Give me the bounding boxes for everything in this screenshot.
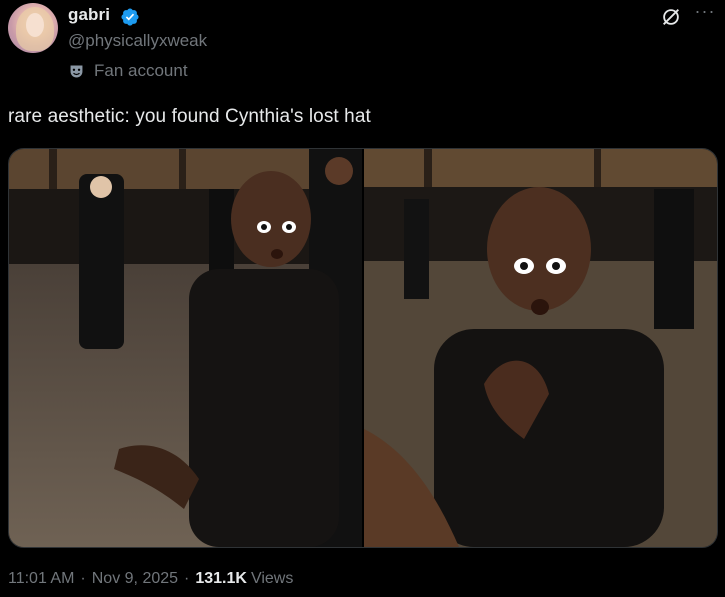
handle[interactable]: @physicallyxweak xyxy=(68,31,207,51)
grok-icon[interactable] xyxy=(660,6,682,28)
theater-mask-icon xyxy=(70,65,83,77)
avatar[interactable] xyxy=(8,3,58,53)
more-icon[interactable]: ··· xyxy=(694,2,716,26)
tweet-time[interactable]: 11:01 AM xyxy=(8,570,74,588)
tweet-date[interactable]: Nov 9, 2025 xyxy=(92,570,178,588)
media-grid xyxy=(8,148,718,548)
display-name[interactable]: gabri xyxy=(68,5,110,25)
photo-1[interactable] xyxy=(9,149,362,547)
views-label: Views xyxy=(250,570,294,587)
photo-2[interactable] xyxy=(364,149,717,547)
tweet-meta: 11:01 AM · Nov 9, 2025 · 131.1K Views xyxy=(8,570,294,588)
tweet-text: rare aesthetic: you found Cynthia's lost… xyxy=(8,106,371,127)
fan-account-label: Fan account xyxy=(68,60,188,82)
views-count: 131.1K xyxy=(195,570,247,587)
verified-badge-icon[interactable] xyxy=(120,7,140,27)
